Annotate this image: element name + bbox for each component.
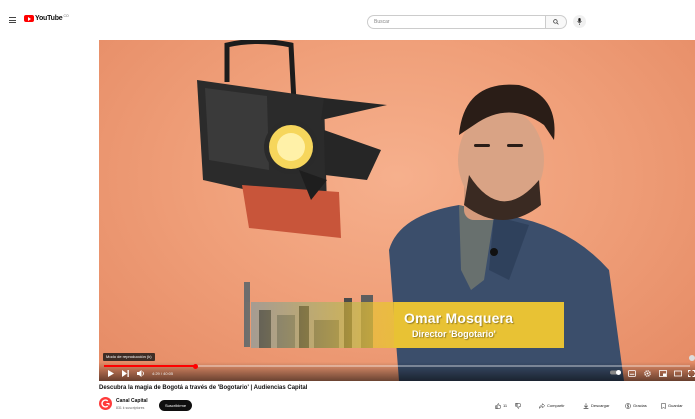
progress-fill bbox=[104, 365, 195, 367]
lower-third-fade bbox=[244, 302, 399, 348]
download-button[interactable]: Descargar bbox=[583, 400, 609, 411]
subtitles-icon[interactable] bbox=[628, 370, 636, 377]
video-title: Descubra la magia de Bogotá a través de … bbox=[99, 385, 308, 391]
channel-name[interactable]: Canal Capital bbox=[116, 398, 148, 404]
player-side-handle[interactable] bbox=[689, 355, 695, 361]
thanks-label: Gracias bbox=[633, 403, 647, 408]
save-label: Guardar bbox=[668, 403, 683, 408]
player-controls: 4:29 / 40:05 bbox=[99, 362, 695, 381]
thumbs-down-icon[interactable] bbox=[515, 402, 522, 409]
share-icon bbox=[539, 402, 545, 409]
search-input[interactable] bbox=[367, 15, 545, 29]
subscriber-count: 831 k suscriptores bbox=[116, 406, 145, 410]
autoplay-toggle[interactable] bbox=[610, 370, 621, 378]
bookmark-icon bbox=[661, 402, 666, 409]
download-label: Descargar bbox=[591, 403, 610, 408]
youtube-logo[interactable]: YouTube CO bbox=[24, 13, 69, 22]
thumbs-up-icon[interactable] bbox=[495, 402, 501, 409]
youtube-logo-icon bbox=[24, 15, 34, 22]
lower-third-name: Omar Mosquera bbox=[404, 310, 514, 326]
studio-light bbox=[197, 40, 387, 238]
scrubber-handle[interactable] bbox=[192, 363, 198, 369]
theater-mode-icon[interactable] bbox=[674, 370, 682, 377]
share-button[interactable]: Compartir bbox=[539, 400, 565, 411]
channel-avatar[interactable] bbox=[99, 397, 112, 410]
fullscreen-icon[interactable] bbox=[688, 370, 695, 377]
volume-icon[interactable] bbox=[137, 370, 145, 377]
settings-gear-icon[interactable] bbox=[644, 370, 651, 377]
progress-bar[interactable] bbox=[104, 363, 690, 369]
masthead: YouTube CO bbox=[0, 0, 695, 40]
next-icon[interactable] bbox=[122, 370, 129, 377]
like-count: 11 bbox=[503, 403, 508, 408]
microphone-icon bbox=[577, 18, 582, 25]
lower-third-role: Director 'Bogotario' bbox=[412, 329, 496, 339]
autoplay-icon bbox=[610, 370, 621, 375]
thanks-dollar-icon bbox=[625, 402, 631, 409]
subscribe-button[interactable]: Suscribirme bbox=[159, 400, 193, 411]
play-icon[interactable] bbox=[108, 370, 114, 377]
canal-capital-logo-icon bbox=[101, 399, 110, 408]
search-button[interactable] bbox=[545, 15, 567, 29]
share-label: Compartir bbox=[547, 403, 565, 408]
logo-region: CO bbox=[63, 13, 69, 18]
save-button[interactable]: Guardar bbox=[661, 400, 683, 411]
time-display: 4:29 / 40:05 bbox=[152, 371, 174, 376]
lower-third: Omar Mosquera Director 'Bogotario' bbox=[244, 302, 564, 348]
playback-mode-tooltip: Modo de reproducción (k) bbox=[103, 353, 155, 361]
voice-search-button[interactable] bbox=[573, 15, 586, 28]
video-player[interactable]: Omar Mosquera Director 'Bogotario' Modo … bbox=[99, 40, 695, 381]
miniplayer-icon[interactable] bbox=[659, 370, 667, 377]
search-box bbox=[367, 15, 567, 29]
logo-text: YouTube bbox=[35, 15, 63, 22]
search-icon bbox=[553, 19, 559, 25]
download-icon bbox=[583, 402, 589, 409]
like-dislike-group: 11 bbox=[495, 400, 522, 411]
menu-icon[interactable] bbox=[9, 17, 16, 23]
thanks-button[interactable]: Gracias bbox=[625, 400, 647, 411]
